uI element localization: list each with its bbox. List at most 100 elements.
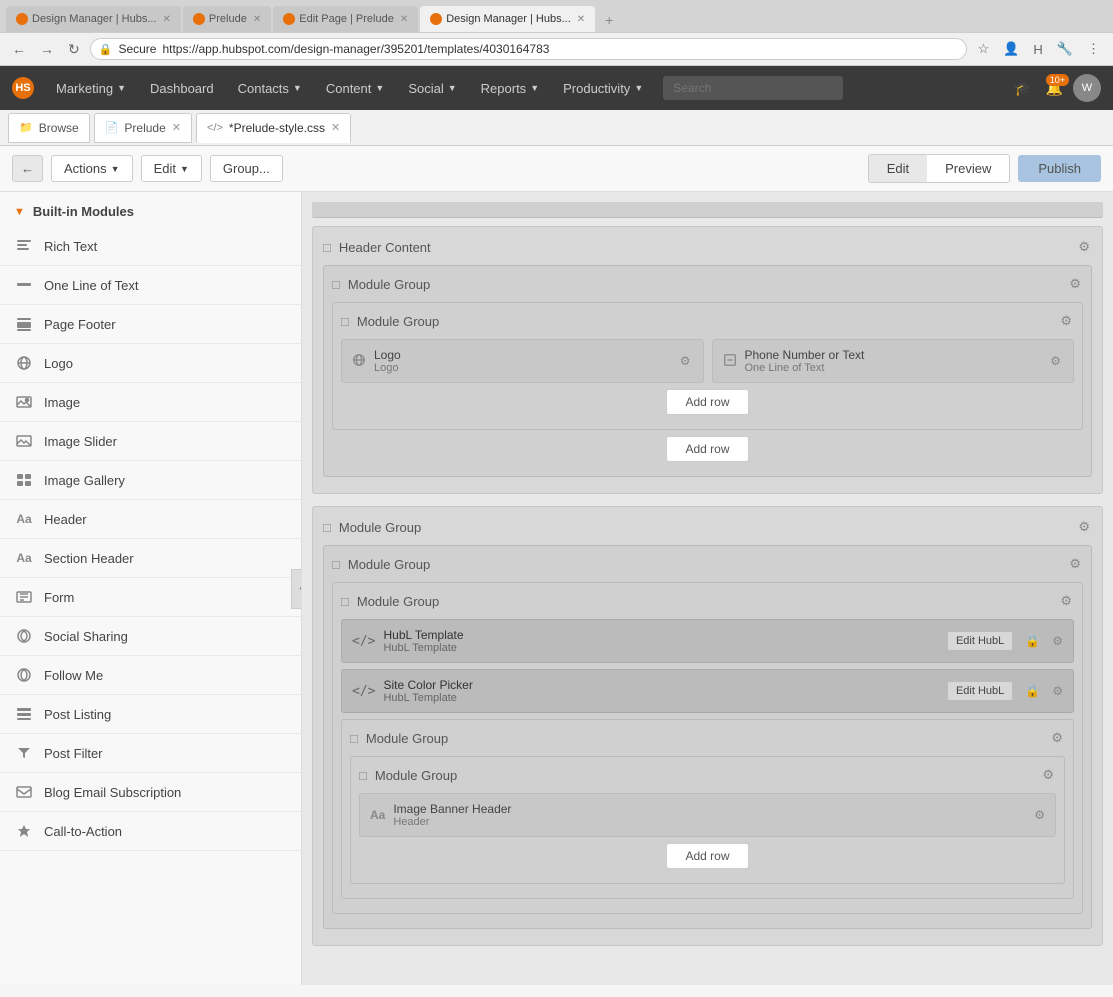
back-nav-btn[interactable]: ← <box>8 39 30 59</box>
sidebar-item-header[interactable]: Aa Header <box>0 500 301 539</box>
inner-module-group-gear[interactable]: ⚙ <box>1058 311 1074 331</box>
extension-btn-2[interactable]: 🔧 <box>1052 39 1078 59</box>
sidebar-item-cta[interactable]: Call-to-Action <box>0 812 301 851</box>
nav-search-input[interactable] <box>663 76 843 100</box>
user-avatar[interactable]: W <box>1073 74 1101 102</box>
tab-close-3[interactable]: ✕ <box>400 14 408 25</box>
help-btn[interactable]: 🎓 <box>1010 76 1035 101</box>
image-banner-gear[interactable]: ⚙ <box>1034 808 1045 822</box>
nested-add-row-btn[interactable]: Add row <box>666 843 748 869</box>
sidebar-item-post-listing[interactable]: Post Listing <box>0 695 301 734</box>
file-tab-prelude[interactable]: 📄 Prelude ✕ <box>94 113 192 143</box>
header-icon: Aa <box>14 509 34 529</box>
nested-mg-icon: □ <box>350 731 358 746</box>
module-group-inner-2: □ Module Group ⚙ Logo Logo <box>332 302 1083 430</box>
logo-label: Logo <box>44 356 73 371</box>
extension-btn-1[interactable]: H <box>1028 40 1047 59</box>
address-bar[interactable]: 🔒 Secure https://app.hubspot.com/design-… <box>90 38 967 60</box>
nav-marketing[interactable]: Marketing ▼ <box>44 66 138 110</box>
page-footer-icon <box>14 314 34 334</box>
bookmark-btn[interactable]: ☆ <box>973 39 995 59</box>
module-group-2-gear[interactable]: ⚙ <box>1076 517 1092 537</box>
browser-tab-3[interactable]: Edit Page | Prelude ✕ <box>273 6 418 32</box>
nav-productivity[interactable]: Productivity ▼ <box>551 66 655 110</box>
sidebar-item-form[interactable]: Form <box>0 578 301 617</box>
phone-cell-gear[interactable]: ⚙ <box>1048 352 1063 370</box>
post-filter-label: Post Filter <box>44 746 103 761</box>
sidebar-item-image[interactable]: Image <box>0 383 301 422</box>
tab-close-1[interactable]: ✕ <box>163 14 171 25</box>
nested-inner-gear[interactable]: ⚙ <box>1040 765 1056 785</box>
outer-add-row-btn[interactable]: Add row <box>666 436 748 462</box>
module-cells-row: Logo Logo ⚙ Phone Number or Text On <box>341 339 1074 383</box>
inner-mg-gear[interactable]: ⚙ <box>1067 554 1083 574</box>
sidebar-item-social-sharing[interactable]: Social Sharing <box>0 617 301 656</box>
sidebar-item-follow-me[interactable]: Follow Me <box>0 656 301 695</box>
header-content-title: Header Content <box>339 240 1068 255</box>
productivity-caret-icon: ▼ <box>634 83 643 93</box>
logo-cell-name: Logo <box>374 348 670 362</box>
sidebar-item-logo[interactable]: Logo <box>0 344 301 383</box>
site-color-gear[interactable]: ⚙ <box>1052 684 1063 698</box>
nav-dashboard[interactable]: Dashboard <box>138 66 226 110</box>
sidebar-item-one-line-text[interactable]: One Line of Text <box>0 266 301 305</box>
sidebar-item-post-filter[interactable]: Post Filter <box>0 734 301 773</box>
file-tab-css[interactable]: </> *Prelude-style.css ✕ <box>196 113 351 143</box>
forward-nav-btn[interactable]: → <box>36 39 58 59</box>
prelude-tab-close[interactable]: ✕ <box>172 121 181 134</box>
file-tab-browse[interactable]: 📁 Browse <box>8 113 90 143</box>
sidebar-item-blog-email[interactable]: Blog Email Subscription <box>0 773 301 812</box>
nav-contacts[interactable]: Contacts ▼ <box>226 66 314 110</box>
phone-number-cell[interactable]: Phone Number or Text One Line of Text ⚙ <box>712 339 1075 383</box>
site-color-edit-btn[interactable]: Edit HubL <box>947 681 1013 701</box>
edit-button[interactable]: Edit ▼ <box>141 155 202 182</box>
module-group-2-inner: □ Module Group ⚙ □ Module Group ⚙ </> Hu… <box>323 545 1092 929</box>
phone-cell-sub: One Line of Text <box>745 362 1041 374</box>
hubl-template-edit-btn[interactable]: Edit HubL <box>947 631 1013 651</box>
inner-module-group-title: Module Group <box>357 314 1050 329</box>
hubl-template-gear[interactable]: ⚙ <box>1052 634 1063 648</box>
edit-tab-btn[interactable]: Edit <box>869 155 927 182</box>
module-group-gear[interactable]: ⚙ <box>1067 274 1083 294</box>
nav-social[interactable]: Social ▼ <box>396 66 468 110</box>
css-tab-label: *Prelude-style.css <box>229 121 325 135</box>
more-btn[interactable]: ⋮ <box>1082 39 1105 59</box>
image-slider-label: Image Slider <box>44 434 117 449</box>
new-tab-btn[interactable]: + <box>597 8 621 32</box>
url-text: https://app.hubspot.com/design-manager/3… <box>162 42 549 56</box>
logo-cell[interactable]: Logo Logo ⚙ <box>341 339 704 383</box>
browser-tab-4[interactable]: Design Manager | Hubs... ✕ <box>420 6 595 32</box>
sidebar-item-image-slider[interactable]: Image Slider <box>0 422 301 461</box>
css-tab-close[interactable]: ✕ <box>331 121 340 134</box>
sidebar-item-rich-text[interactable]: Rich Text <box>0 227 301 266</box>
actions-button[interactable]: Actions ▼ <box>51 155 133 182</box>
image-banner-row[interactable]: Aa Image Banner Header Header ⚙ <box>359 793 1056 837</box>
header-content-inner: □ Module Group ⚙ □ Module Group ⚙ <box>323 265 1092 477</box>
hubl-template-row: </> HubL Template HubL Template Edit Hub… <box>341 619 1074 663</box>
tab-close-2[interactable]: ✕ <box>253 14 261 25</box>
horizontal-scrollbar[interactable] <box>312 202 1103 218</box>
sidebar-item-section-header[interactable]: Aa Section Header <box>0 539 301 578</box>
sidebar-collapse-handle[interactable]: ‹ <box>291 569 302 609</box>
nav-content[interactable]: Content ▼ <box>314 66 396 110</box>
sidebar-item-page-footer[interactable]: Page Footer <box>0 305 301 344</box>
logo-cell-gear[interactable]: ⚙ <box>678 352 693 370</box>
sidebar-item-image-gallery[interactable]: Image Gallery <box>0 461 301 500</box>
tab-close-4[interactable]: ✕ <box>577 14 585 25</box>
header-content-gear[interactable]: ⚙ <box>1076 237 1092 257</box>
preview-tab-btn[interactable]: Preview <box>927 155 1009 182</box>
nested-mg-gear[interactable]: ⚙ <box>1049 728 1065 748</box>
inner-mg-inner-gear[interactable]: ⚙ <box>1058 591 1074 611</box>
publish-button[interactable]: Publish <box>1018 155 1101 182</box>
browser-tab-1[interactable]: Design Manager | Hubs... ✕ <box>6 6 181 32</box>
group-button[interactable]: Group... <box>210 155 283 182</box>
nav-reports[interactable]: Reports ▼ <box>469 66 551 110</box>
browser-tab-2[interactable]: Prelude ✕ <box>183 6 271 32</box>
brand-logo[interactable]: HS <box>12 77 34 99</box>
inner-add-row-btn[interactable]: Add row <box>666 389 748 415</box>
inner-mg-inner-icon: □ <box>341 594 349 609</box>
notification-btn[interactable]: 🔔 10+ <box>1042 76 1067 101</box>
refresh-btn[interactable]: ↻ <box>64 39 84 60</box>
back-button[interactable]: ← <box>12 155 43 182</box>
account-btn[interactable]: 👤 <box>998 39 1024 59</box>
